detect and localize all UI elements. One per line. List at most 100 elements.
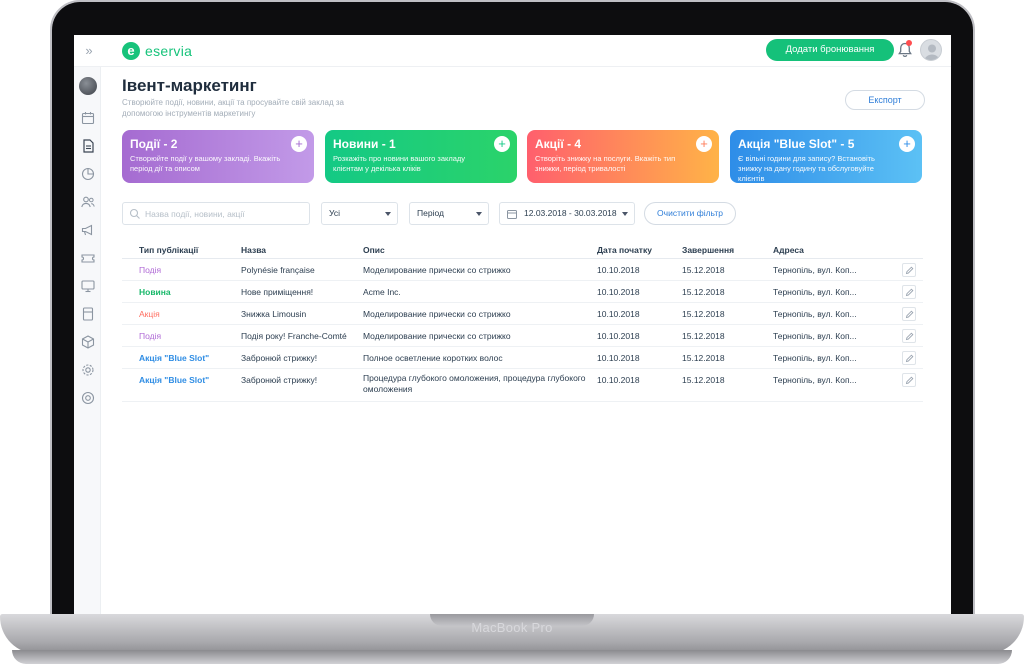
publications-table: Тип публікації Назва Опис Дата початку З… [122, 239, 923, 402]
export-button[interactable]: Експорт [845, 90, 925, 110]
pencil-icon [905, 310, 914, 319]
header-start-date[interactable]: Дата початку [597, 245, 652, 255]
row-end-date: 15.12.2018 [682, 265, 725, 275]
table-row[interactable]: Новина Нове приміщення! Acme Inc. 10.10.… [122, 281, 923, 303]
date-range-select[interactable]: 12.03.2018 - 30.03.2018 [499, 202, 635, 225]
edit-button[interactable] [902, 373, 916, 387]
ticket-icon[interactable] [79, 249, 97, 267]
type-select[interactable]: Усі [321, 202, 398, 225]
row-description: Полное осветление коротких волос [363, 353, 503, 363]
row-start-date: 10.10.2018 [597, 309, 640, 319]
edit-button[interactable] [902, 263, 916, 277]
monitor-icon[interactable] [79, 277, 97, 295]
calendar-icon [507, 210, 517, 219]
sidebar-avatar[interactable] [79, 77, 97, 95]
row-description: Acme Inc. [363, 287, 401, 297]
row-name: Подія року! Franche-Comté [241, 331, 347, 341]
plus-icon[interactable]: + [494, 136, 510, 152]
search-field[interactable] [122, 202, 310, 225]
edit-button[interactable] [902, 285, 916, 299]
plus-icon[interactable]: + [291, 136, 307, 152]
row-start-date: 10.10.2018 [597, 287, 640, 297]
caret-down-icon [622, 212, 628, 216]
table-row[interactable]: Подія Polynésie française Моделирование … [122, 259, 923, 281]
row-description: Моделирование прически со стрижко [363, 265, 511, 275]
row-start-date: 10.10.2018 [597, 375, 640, 385]
edit-button[interactable] [902, 351, 916, 365]
users-icon[interactable] [79, 193, 97, 211]
card-description: Створюйте події у вашому закладі. Вкажіт… [130, 154, 281, 173]
sidebar [74, 67, 101, 614]
row-start-date: 10.10.2018 [597, 331, 640, 341]
pencil-icon [905, 332, 914, 341]
table-row[interactable]: Акція Знижка Limousin Моделирование прич… [122, 303, 923, 325]
page-title: Івент-маркетинг [122, 76, 257, 95]
calendar-icon[interactable] [79, 109, 97, 127]
plus-icon[interactable]: + [899, 136, 915, 152]
edit-button[interactable] [902, 307, 916, 321]
row-type: Акція [139, 309, 160, 319]
row-end-date: 15.12.2018 [682, 309, 725, 319]
table-row[interactable]: Подія Подія року! Franche-Comté Моделиро… [122, 325, 923, 347]
period-select-value: Період [417, 208, 444, 218]
table-row[interactable]: Акція "Blue Slot" Забронюй стрижку! Полн… [122, 347, 923, 369]
row-name: Знижка Limousin [241, 309, 307, 319]
header-description[interactable]: Опис [363, 245, 385, 255]
row-name: Забронюй стрижку! [241, 353, 318, 363]
logo[interactable]: e eservia [122, 41, 192, 61]
card-title: Події - 2 [130, 137, 178, 151]
card-blue-slot[interactable]: Акція "Blue Slot" - 5 Є вільні години дл… [730, 130, 922, 183]
calculator-icon[interactable] [79, 305, 97, 323]
pencil-icon [905, 266, 914, 275]
card-events[interactable]: Події - 2 Створюйте події у вашому закла… [122, 130, 314, 183]
card-description: Створіть знижку на послуги. Вкажіть тип … [535, 154, 676, 173]
card-title: Акції - 4 [535, 137, 582, 151]
type-select-value: Усі [329, 208, 340, 218]
caret-down-icon [476, 212, 482, 216]
row-description: Процедура глубокого омоложения, процедур… [363, 373, 586, 394]
add-booking-button[interactable]: Додати бронювання [766, 39, 894, 61]
edit-button[interactable] [902, 329, 916, 343]
table-row[interactable]: Акція "Blue Slot" Забронюй стрижку! Проц… [122, 369, 923, 402]
double-chevron-right-icon[interactable]: » [80, 42, 98, 60]
logo-text: eservia [145, 43, 193, 59]
row-type: Подія [139, 265, 162, 275]
megaphone-icon[interactable] [79, 221, 97, 239]
row-address: Тернопіль, вул. Коп... [773, 287, 857, 297]
card-promotions[interactable]: Акції - 4 Створіть знижку на послуги. Вк… [527, 130, 719, 183]
clear-filter-button[interactable]: Очистити фільтр [644, 202, 736, 225]
search-input[interactable] [145, 206, 305, 222]
header-name[interactable]: Назва [241, 245, 266, 255]
box-icon[interactable] [79, 333, 97, 351]
period-select[interactable]: Період [409, 202, 489, 225]
header-end-date[interactable]: Завершення [682, 245, 734, 255]
gear-icon[interactable] [79, 361, 97, 379]
row-type: Акція "Blue Slot" [139, 375, 210, 385]
lifebuoy-icon[interactable] [79, 389, 97, 407]
card-description: Розкажіть про новини вашого закладу кліє… [333, 154, 466, 173]
row-type: Акція "Blue Slot" [139, 353, 210, 363]
caret-down-icon [385, 212, 391, 216]
row-name: Нове приміщення! [241, 287, 314, 297]
row-address: Тернопіль, вул. Коп... [773, 331, 857, 341]
row-name: Polynésie française [241, 265, 315, 275]
pie-chart-icon[interactable] [79, 165, 97, 183]
row-start-date: 10.10.2018 [597, 265, 640, 275]
device-label: MacBook Pro [471, 620, 553, 635]
date-range-value: 12.03.2018 - 30.03.2018 [524, 208, 617, 218]
table-header: Тип публікації Назва Опис Дата початку З… [122, 239, 923, 259]
plus-icon[interactable]: + [696, 136, 712, 152]
header-address[interactable]: Адреса [773, 245, 804, 255]
card-news[interactable]: Новини - 1 Розкажіть про новини вашого з… [325, 130, 517, 183]
app-screen: » e eservia Додати бронювання Івент-марк… [74, 35, 951, 614]
header-type[interactable]: Тип публікації [139, 245, 198, 255]
pencil-icon [905, 354, 914, 363]
user-avatar[interactable] [920, 39, 942, 61]
page-subtitle: Створюйте події, новини, акції та просув… [122, 98, 344, 118]
row-start-date: 10.10.2018 [597, 353, 640, 363]
row-end-date: 15.12.2018 [682, 287, 725, 297]
row-address: Тернопіль, вул. Коп... [773, 309, 857, 319]
notification-dot [906, 40, 912, 46]
document-icon[interactable] [79, 137, 97, 155]
pencil-icon [905, 376, 914, 385]
